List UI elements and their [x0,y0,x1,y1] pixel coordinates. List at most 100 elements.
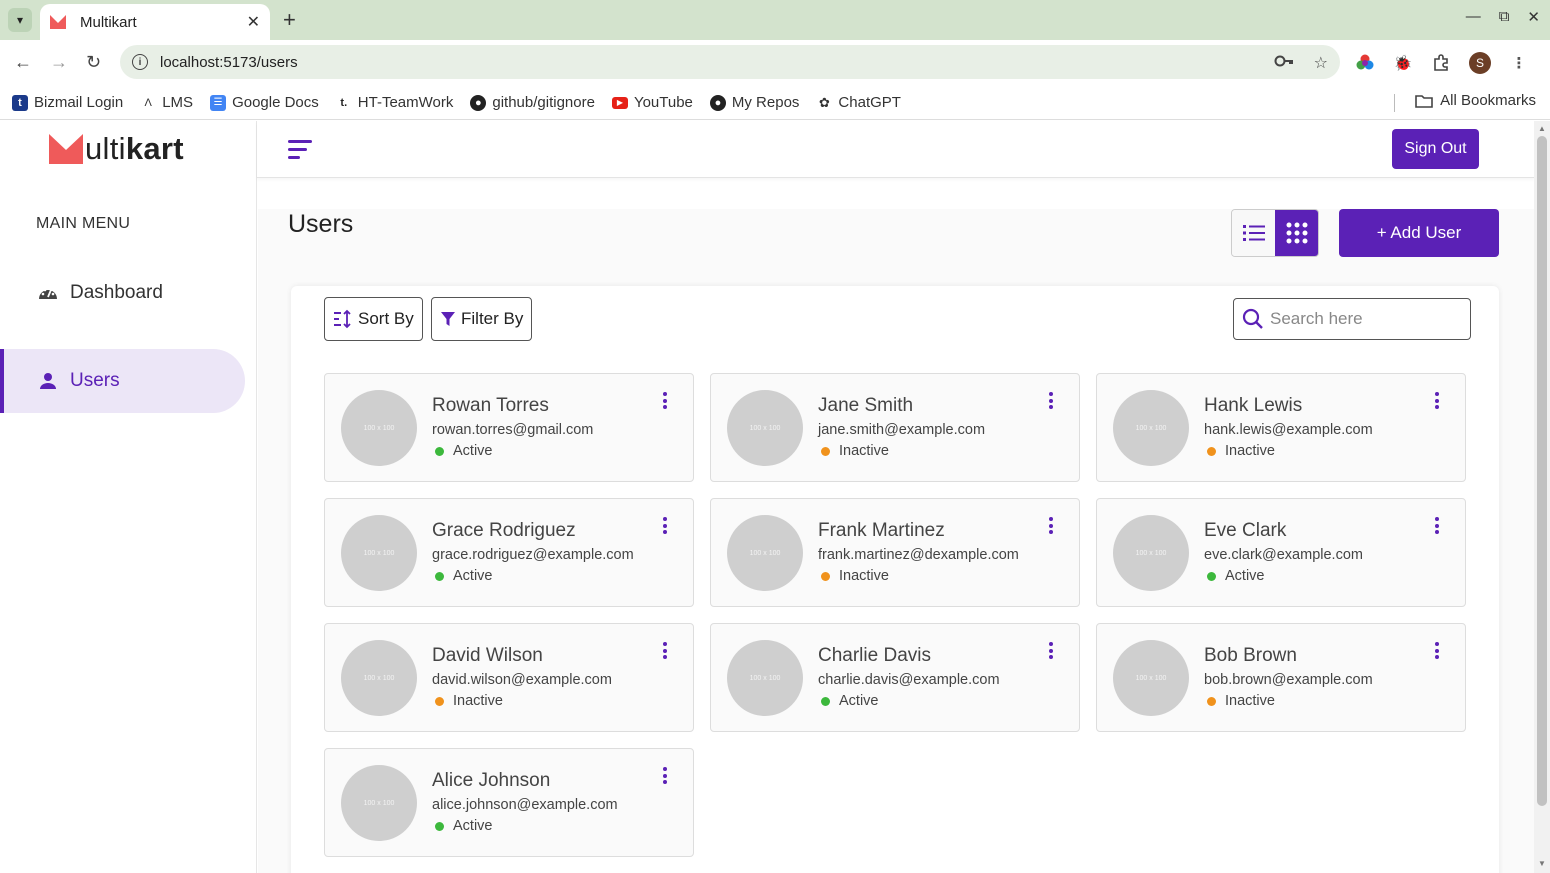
filter-by-button[interactable]: Filter By [431,297,533,341]
user-card[interactable]: 100 x 100 Jane Smith jane.smith@example.co… [710,373,1080,482]
folder-icon [1415,94,1433,108]
user-card[interactable]: 100 x 100 Bob Brown bob.brown@example.com I… [1096,623,1466,732]
more-options-icon[interactable] [1435,517,1441,537]
sidebar: ultikart MAIN MENU Dashboard Users [0,121,257,873]
tab-title: Multikart [80,13,137,31]
avatar: 100 x 100 [1113,640,1189,716]
user-name: Charlie Davis [818,645,931,666]
user-card[interactable]: 100 x 100 Charlie Davis charlie.davis@exam… [710,623,1080,732]
bookmark-chatgpt[interactable]: ✿ ChatGPT [816,94,901,111]
grid-dots-icon [1286,222,1307,244]
password-key-icon[interactable] [1274,53,1294,69]
add-user-button[interactable]: + Add User [1339,209,1499,257]
status-label: Inactive [839,443,889,459]
grid-view-button[interactable] [1275,210,1318,256]
more-options-icon[interactable] [663,767,669,787]
tab-search-chevron-icon[interactable]: ▾ [8,8,32,32]
bookmark-ht-teamwork[interactable]: t. HT-TeamWork [336,94,453,111]
sidebar-item-dashboard[interactable]: Dashboard [0,261,245,325]
more-options-icon[interactable] [663,517,669,537]
multikart-logo[interactable]: ultikart [49,131,184,167]
status-dot-icon [1207,446,1216,456]
reload-icon[interactable]: ↻ [86,52,101,73]
avatar: 100 x 100 [727,515,803,591]
forward-icon[interactable]: → [50,52,68,73]
browser-tab-bar: ▾ Multikart ✕ + — ⧉ ✕ [0,0,1550,40]
bookmark-label: ChatGPT [838,94,901,111]
status-badge: Inactive [821,443,889,459]
more-options-icon[interactable] [663,392,669,412]
user-name: Frank Martinez [818,520,945,541]
status-dot-icon [821,571,830,581]
browser-menu-icon[interactable]: ⋮ [1509,53,1529,73]
scroll-down-icon[interactable]: ▼ [1538,859,1546,868]
search-input[interactable] [1270,309,1460,329]
sign-out-button[interactable]: Sign Out [1392,129,1479,169]
bookmark-bizmail[interactable]: t Bizmail Login [12,94,123,111]
more-options-icon[interactable] [1435,642,1441,662]
minimize-icon[interactable]: — [1466,8,1481,26]
user-name: Jane Smith [818,395,914,416]
user-card[interactable]: 100 x 100 David Wilson david.wilson@exampl… [324,623,694,732]
user-card[interactable]: 100 x 100 Grace Rodriguez grace.rodriguez@… [324,498,694,607]
scrollbar-thumb[interactable] [1537,136,1547,806]
scroll-up-icon[interactable]: ▲ [1538,124,1546,133]
user-name: Eve Clark [1204,520,1287,541]
status-label: Inactive [839,568,889,584]
avatar: 100 x 100 [1113,390,1189,466]
user-name: Bob Brown [1204,645,1297,666]
main-menu-heading: MAIN MENU [36,215,131,232]
browser-tab[interactable]: Multikart ✕ [40,4,270,40]
filter-funnel-icon [440,311,456,327]
bookmark-youtube[interactable]: ▶ YouTube [611,94,693,111]
user-card[interactable]: 100 x 100 Frank Martinez frank.martinez@de… [710,498,1080,607]
more-options-icon[interactable] [1049,392,1055,412]
teamwork-icon: t. [340,96,348,109]
logo-text-light: ulti [85,131,126,166]
status-dot-icon [1207,571,1216,581]
user-email: jane.smith@example.com [818,422,986,438]
status-badge: Active [821,693,879,709]
user-card[interactable]: 100 x 100 Alice Johnson alice.johnson@exam… [324,748,694,857]
bookmark-label: My Repos [731,94,800,111]
restore-icon[interactable]: ⧉ [1499,8,1510,26]
user-name: Grace Rodriguez [432,520,576,541]
more-options-icon[interactable] [1435,392,1441,412]
bookmarks-bar: t Bizmail Login Λ LMS ☰ Google Docs t. HT-Te… [0,86,1550,120]
lms-icon: Λ [144,96,152,109]
more-options-icon[interactable] [1049,517,1055,537]
extensions-puzzle-icon[interactable] [1431,53,1451,73]
bookmark-lms[interactable]: Λ LMS [140,94,194,111]
youtube-icon: ▶ [611,96,628,109]
bookmark-star-icon[interactable]: ☆ [1314,53,1328,73]
more-options-icon[interactable] [1049,642,1055,662]
sidebar-item-users[interactable]: Users [0,349,245,413]
more-options-icon[interactable] [663,642,669,662]
profile-avatar[interactable]: S [1469,52,1491,74]
close-tab-icon[interactable]: ✕ [247,12,260,32]
sort-by-button[interactable]: Sort By [324,297,423,341]
user-email: hank.lewis@example.com [1204,422,1373,438]
site-info-icon[interactable]: i [132,54,148,70]
all-bookmarks-button[interactable]: All Bookmarks [1415,92,1536,109]
url-omnibox[interactable]: i localhost:5173/users ☆ [120,45,1340,79]
user-card[interactable]: 100 x 100 Hank Lewis hank.lewis@example.co… [1096,373,1466,482]
bookmarks-divider [1394,94,1395,112]
page-scrollbar[interactable]: ▲ ▼ [1534,121,1550,873]
menu-toggle-icon[interactable] [288,140,314,164]
bookmark-google-docs[interactable]: ☰ Google Docs [210,94,319,111]
back-icon[interactable]: ← [14,52,32,73]
user-card[interactable]: 100 x 100 Eve Clark eve.clark@example.com A… [1096,498,1466,607]
close-window-icon[interactable]: ✕ [1527,8,1540,26]
dashboard-gauge-icon [38,283,58,303]
list-view-button[interactable] [1232,210,1275,256]
google-docs-icon: ☰ [210,94,227,111]
new-tab-icon[interactable]: + [283,8,296,32]
all-bookmarks-label: All Bookmarks [1440,92,1536,109]
user-card[interactable]: 100 x 100 Rowan Torres rowan.torres@gmail.… [324,373,694,482]
bookmark-github-gitignore[interactable]: ● github/gitignore [470,94,595,111]
search-icon [1242,308,1263,329]
color-extension-icon[interactable] [1355,53,1375,73]
bug-extension-icon[interactable]: 🐞 [1393,53,1413,73]
bookmark-my-repos[interactable]: ● My Repos [709,94,800,111]
